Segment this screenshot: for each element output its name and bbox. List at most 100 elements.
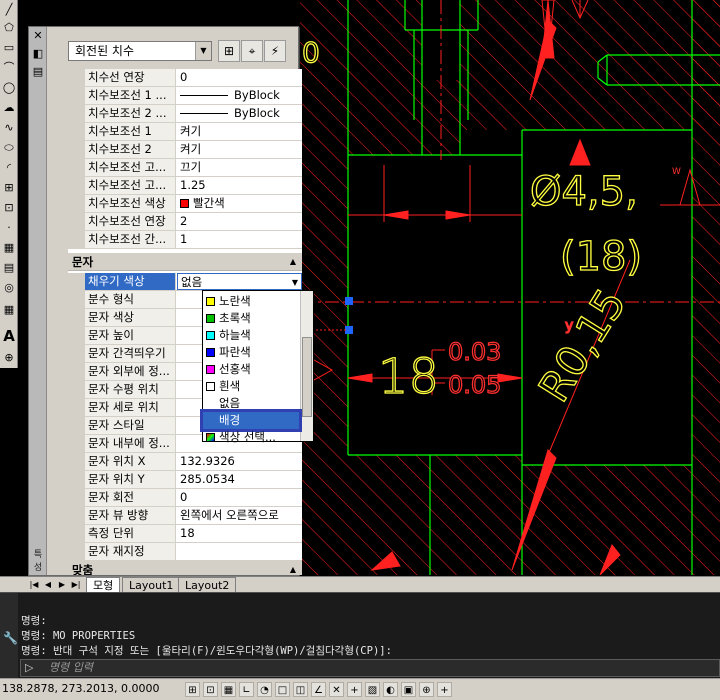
snap-mode-icon[interactable]: ⊡ [203,682,218,697]
object-snap-icon[interactable]: □ [275,682,290,697]
ellipse-icon[interactable]: ⬭ [1,140,17,156]
selection-cycling-icon[interactable]: ⊕ [419,682,434,697]
select-objects-icon[interactable]: ⌖ [241,40,263,62]
property-value[interactable]: 132.9326 [177,453,302,470]
property-row[interactable]: 측정 단위 18 [68,525,302,543]
dynamic-ucs-icon[interactable]: ✕ [329,682,344,697]
infer-constraints-icon[interactable]: ⊞ [185,682,200,697]
property-value[interactable]: 끄기 [177,159,302,176]
property-value[interactable]: 빨간색 [177,195,302,212]
polygon-icon[interactable]: ⬠ [1,20,17,36]
table-icon[interactable]: ▦ [1,302,17,318]
property-row[interactable]: 치수보조선 간... 1 [68,231,302,249]
property-row[interactable]: 치수보조선 색상 빨간색 [68,195,302,213]
dropdown-option[interactable]: 파란색 [203,344,299,361]
make-block-icon[interactable]: ⊡ [1,200,17,216]
dropdown-option[interactable]: 선홍색 [203,361,299,378]
tab-layout2[interactable]: Layout2 [178,577,237,593]
property-row[interactable]: 치수보조선 연장 2 [68,213,302,231]
line-icon[interactable]: ╱ [1,2,17,18]
property-value[interactable]: ByBlock [177,105,302,122]
property-value[interactable]: 켜기 [177,123,302,140]
tab-model[interactable]: 모형 [86,577,121,593]
command-window-grip[interactable]: 🔧 [0,593,18,679]
property-row[interactable]: 문자 재지정 [68,543,302,561]
property-row[interactable]: 문자 위치 X 132.9326 [68,453,302,471]
property-row[interactable]: 치수보조선 2 켜기 [68,141,302,159]
property-value[interactable]: 1 [177,231,302,248]
dropdown-option[interactable]: 흰색 [203,378,299,395]
point-icon[interactable]: · [1,220,17,236]
dynamic-input-icon[interactable]: + [347,682,362,697]
last-tab-icon[interactable]: ▶| [70,578,82,591]
object-type-select[interactable]: 회전된 치수 ▼ [68,41,212,61]
prev-tab-icon[interactable]: ◀ [42,578,54,591]
next-tab-icon[interactable]: ▶ [56,578,68,591]
annotation-monitor-icon[interactable]: + [437,682,452,697]
property-value[interactable]: 왼쪽에서 오른쪽으로 [177,507,302,524]
collapse-icon[interactable]: ▲ [290,561,296,575]
property-row[interactable]: 문자 위치 Y 285.0534 [68,471,302,489]
property-row[interactable]: 채우기 색상 없음 ▼ [68,273,302,291]
close-icon[interactable]: ✕ [31,29,45,43]
arc-icon[interactable]: ⌒ [1,60,17,76]
quick-properties-icon[interactable]: ▣ [401,682,416,697]
fill-color-dropdown[interactable]: 노란색 초록색 하늘색 파란색 선홍색 흰색 없음 배경 색상 선택... [200,290,314,444]
object-snap-tracking-icon[interactable]: ∠ [311,682,326,697]
add-selected-icon[interactable]: ⊕ [1,350,17,366]
transparency-icon[interactable]: ◐ [383,682,398,697]
revision-cloud-icon[interactable]: ☁ [1,100,17,116]
property-row[interactable]: 치수보조선 2 ... ByBlock [68,105,302,123]
dropdown-option[interactable]: 하늘색 [203,327,299,344]
property-row[interactable]: 문자 뷰 방향 왼쪽에서 오른쪽으로 [68,507,302,525]
property-value[interactable]: 1.25 [177,177,302,194]
toggle-pickadd-icon[interactable]: ⊞ [218,40,240,62]
quick-select-icon[interactable]: ⚡ [264,40,286,62]
polar-tracking-icon[interactable]: ◔ [257,682,272,697]
auto-hide-icon[interactable]: ◧ [31,47,45,61]
property-value[interactable]: 0 [177,69,302,86]
property-row[interactable]: 문자 회전 0 [68,489,302,507]
property-row[interactable]: 치수보조선 1 켜기 [68,123,302,141]
command-input[interactable]: ▷ 명령 입력 [20,659,720,677]
property-value[interactable]: 0 [177,489,302,506]
dropdown-option[interactable]: 초록색 [203,310,299,327]
insert-block-icon[interactable]: ⊞ [1,180,17,196]
circle-icon[interactable]: ◯ [1,80,17,96]
region-icon[interactable]: ◎ [1,280,17,296]
lineweight-icon[interactable]: ▧ [365,682,380,697]
dropdown-option[interactable]: 배경 [200,409,302,432]
chevron-down-icon[interactable]: ▼ [292,274,298,289]
property-value[interactable]: 285.0534 [177,471,302,488]
collapse-icon[interactable]: ▲ [290,253,296,271]
dropdown-option[interactable]: 색상 선택... [203,429,299,446]
property-row[interactable]: 치수선 연장 0 [68,69,302,87]
property-row[interactable]: 치수보조선 고... 1.25 [68,177,302,195]
wrench-icon[interactable]: 🔧 [3,631,18,645]
section-header[interactable]: 문자 ▲ [68,253,302,271]
grid-display-icon[interactable]: ▦ [221,682,236,697]
scrollbar-thumb[interactable] [302,337,312,417]
3d-osnap-icon[interactable]: ◫ [293,682,308,697]
dropdown-scrollbar[interactable] [300,291,313,441]
property-value[interactable]: 18 [177,525,302,542]
property-value[interactable]: ByBlock [177,87,302,104]
property-value[interactable]: 없음 ▼ [177,273,302,290]
palette-titlebar[interactable]: ✕ ◧ ▤ 특성 [29,27,47,575]
mtext-icon[interactable]: A [1,328,17,344]
rectangle-icon[interactable]: ▭ [1,40,17,56]
dropdown-option[interactable]: 없음 [203,395,299,412]
tab-layout1[interactable]: Layout1 [122,577,181,593]
ellipse-arc-icon[interactable]: ◜ [1,160,17,176]
gradient-icon[interactable]: ▤ [1,260,17,276]
coordinate-readout[interactable]: 138.2878, 273.2013, 0.0000 [2,682,159,695]
section-header[interactable]: 맞춤 ▲ [68,561,302,575]
property-value[interactable]: 2 [177,213,302,230]
property-value[interactable] [177,543,302,560]
first-tab-icon[interactable]: |◀ [28,578,40,591]
dropdown-option[interactable]: 노란색 [203,293,299,310]
property-row[interactable]: 치수보조선 고... 끄기 [68,159,302,177]
ortho-mode-icon[interactable]: ∟ [239,682,254,697]
hatch-icon[interactable]: ▦ [1,240,17,256]
palette-menu-icon[interactable]: ▤ [31,65,45,79]
